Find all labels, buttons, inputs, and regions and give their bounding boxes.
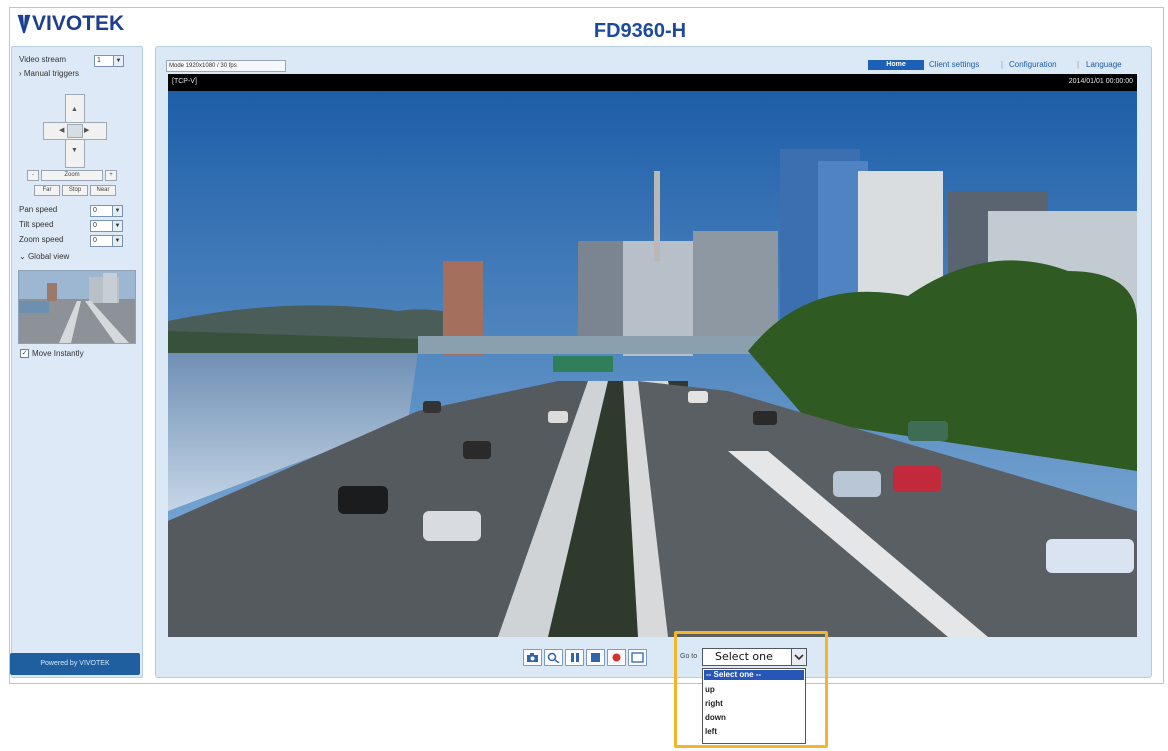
focus-near-button[interactable]: Near (90, 185, 116, 196)
global-view-image (19, 271, 135, 343)
nav-home[interactable]: Home (868, 60, 924, 70)
live-video-view[interactable]: [TCP-V] 2014/01/01 00:00:00 (168, 74, 1137, 637)
nav-configuration[interactable]: Configuration (1009, 60, 1057, 69)
pan-speed-select[interactable]: 0 ▼ (90, 205, 123, 217)
video-mode-info: Mode 1920x1080 / 30 fps (166, 60, 286, 72)
video-stream-select[interactable]: 1 ▼ (94, 55, 124, 67)
logo-text: VIVOTEK (32, 12, 125, 35)
home-center-button[interactable] (67, 124, 83, 138)
global-view-label: Global view (27, 252, 70, 261)
tilt-speed-value: 0 (93, 222, 97, 229)
stop-icon (591, 653, 600, 662)
move-instantly-checkbox[interactable]: ✓ (20, 349, 29, 358)
pause-button[interactable] (565, 649, 584, 666)
video-stream-label: Video stream (19, 55, 66, 64)
stop-button[interactable] (586, 649, 605, 666)
video-overlay-bar: [TCP-V] 2014/01/01 00:00:00 (168, 74, 1137, 91)
ptz-direction-pad[interactable]: ▲ ▼ ◀ ▶ (43, 94, 107, 168)
manual-triggers-row[interactable]: › Manual triggers (19, 69, 79, 78)
video-frame-image (168, 91, 1137, 637)
arrow-left-icon[interactable]: ◀ (59, 126, 64, 134)
zoom-out-button[interactable]: - (27, 170, 39, 181)
global-view-toggle[interactable]: ⌄ Global view (19, 252, 69, 261)
arrow-up-icon[interactable]: ▲ (71, 106, 78, 113)
zoom-label: Zoom (41, 170, 103, 181)
arrow-right-icon[interactable]: ▶ (84, 126, 89, 134)
zoom-speed-label: Zoom speed (19, 235, 64, 244)
chevron-down-icon: ▼ (112, 206, 122, 216)
pan-speed-label: Pan speed (19, 205, 58, 214)
video-overlay-timestamp: 2014/01/01 00:00:00 (1068, 78, 1133, 85)
page-title: FD9360-H (593, 20, 687, 42)
tilt-speed-label: Tilt speed (19, 220, 54, 229)
fullscreen-icon (631, 652, 644, 663)
zoom-in-button[interactable]: + (105, 170, 117, 181)
video-stream-row: Video stream (19, 55, 66, 64)
powered-by-badge[interactable]: Powered by VIVOTEK (10, 653, 140, 675)
logo-mark-icon (17, 14, 31, 34)
focus-stop-button[interactable]: Stop (62, 185, 88, 196)
nav-separator: | (1077, 60, 1080, 69)
nav-separator: | (1001, 60, 1004, 69)
arrow-down-icon[interactable]: ▼ (71, 147, 78, 154)
digital-zoom-button[interactable] (544, 649, 563, 666)
top-navigation: Home Client settings | Configuration | L… (868, 59, 1138, 71)
tilt-speed-select[interactable]: 0 ▼ (90, 220, 123, 232)
focus-far-button[interactable]: Far (34, 185, 60, 196)
zoom-speed-value: 0 (93, 237, 97, 244)
move-instantly-label: Move Instantly (32, 349, 84, 358)
zoom-icon (547, 652, 560, 663)
chevron-down-icon: ▼ (113, 56, 123, 66)
global-view-thumbnail[interactable] (18, 270, 136, 344)
pan-speed-value: 0 (93, 207, 97, 214)
highlight-box (674, 631, 828, 748)
chevron-down-icon: ▼ (112, 236, 122, 246)
left-sidebar: Video stream 1 ▼ › Manual triggers ▲ ▼ ◀… (11, 46, 143, 678)
zoom-speed-select[interactable]: 0 ▼ (90, 235, 123, 247)
chevron-down-icon: ▼ (112, 221, 122, 231)
nav-client-settings[interactable]: Client settings (929, 60, 979, 69)
video-overlay-left: [TCP-V] (172, 78, 197, 85)
fullscreen-button[interactable] (628, 649, 647, 666)
record-icon (612, 653, 621, 662)
snapshot-button[interactable] (523, 649, 542, 666)
nav-language[interactable]: Language (1086, 60, 1122, 69)
collapse-icon: ⌄ (19, 252, 28, 261)
pause-icon (571, 653, 579, 662)
manual-triggers-label: Manual triggers (23, 69, 80, 78)
video-stream-value: 1 (97, 57, 101, 64)
camera-icon (527, 653, 538, 662)
record-button[interactable] (607, 649, 626, 666)
